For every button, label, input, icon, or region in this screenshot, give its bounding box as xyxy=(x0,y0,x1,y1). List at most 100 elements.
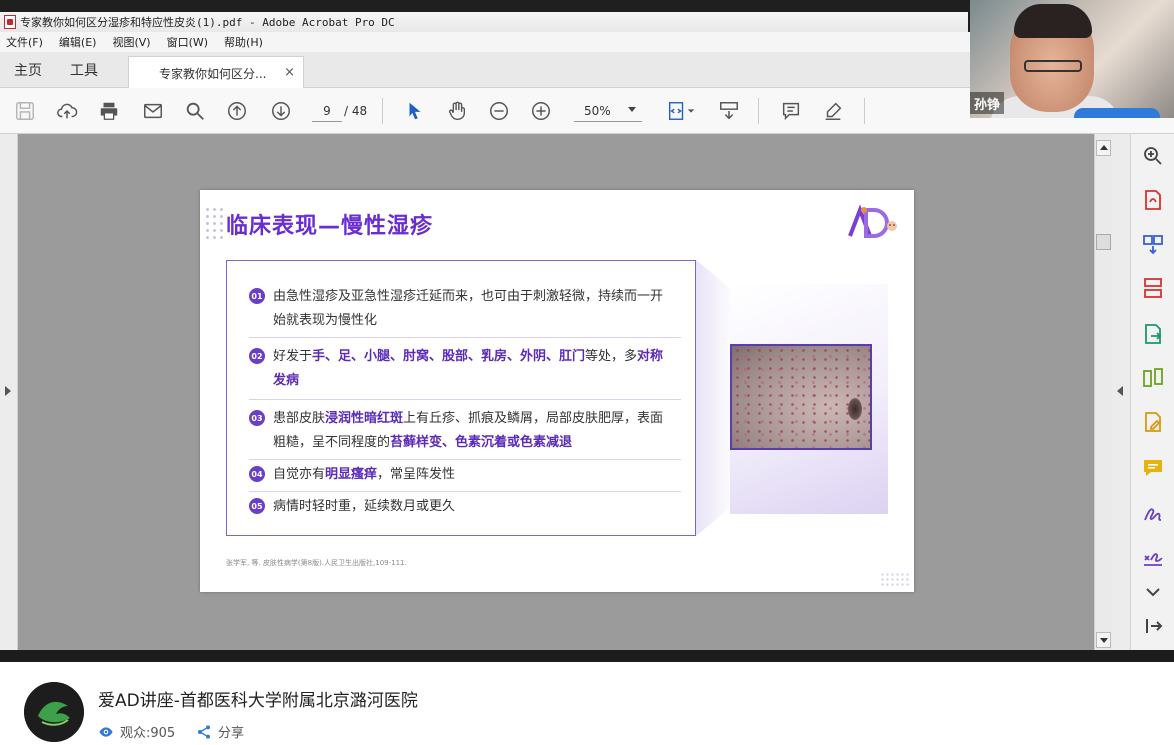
comment-icon[interactable] xyxy=(778,98,804,124)
navel-shape xyxy=(848,398,862,420)
menu-file[interactable]: 文件(F) xyxy=(6,34,43,50)
export-pdf-icon[interactable] xyxy=(1141,232,1165,256)
zoom-level-value: 50% xyxy=(584,103,611,118)
tab-tools[interactable]: 工具 xyxy=(70,60,98,80)
point-number: 04 xyxy=(249,466,265,482)
zoom-level-select[interactable]: 50% xyxy=(574,100,642,122)
ad-logo-icon xyxy=(846,204,902,240)
right-panel-toggle[interactable] xyxy=(1112,134,1130,650)
point-text: 病情时轻时重，延续数月或更久 xyxy=(273,495,673,519)
close-tab-icon[interactable]: × xyxy=(284,65,295,80)
point-highlight: 苔藓样变、色素沉着或色素减退 xyxy=(390,435,573,450)
point-number: 01 xyxy=(249,288,265,304)
fill-sign-icon[interactable] xyxy=(1141,502,1165,526)
list-item: 02 好发于手、足、小腿、肘窝、股部、乳房、外阴、肛门等处，多对称发病 xyxy=(249,345,673,393)
read-mode-icon[interactable] xyxy=(716,98,742,124)
next-page-icon[interactable] xyxy=(268,98,294,124)
share-label: 分享 xyxy=(218,726,245,741)
search-icon[interactable] xyxy=(182,98,208,124)
point-text: 好发于手、足、小腿、肘窝、股部、乳房、外阴、肛门等处，多对称发病 xyxy=(273,345,673,393)
list-item: 05 病情时轻时重，延续数月或更久 xyxy=(249,495,673,519)
chevron-down-icon xyxy=(628,107,636,112)
create-pdf-icon[interactable] xyxy=(1141,188,1165,212)
point-text: 自觉亦有明显瘙痒，常呈阵发性 xyxy=(273,463,673,487)
scroll-up-button[interactable] xyxy=(1096,140,1111,156)
player-bottom-band xyxy=(0,650,1174,662)
point-segment: 患部皮肤 xyxy=(273,411,326,426)
decorative-dots xyxy=(880,572,910,588)
hidden-blue-button[interactable] xyxy=(1074,108,1160,118)
point-segment: 病情时轻时重，延续数月或更久 xyxy=(273,499,456,514)
eye-icon xyxy=(99,726,113,737)
share-icon xyxy=(198,724,210,739)
left-panel-toggle[interactable] xyxy=(0,134,18,650)
export-file-icon[interactable] xyxy=(1141,322,1165,346)
screen: 专家教你如何区分湿疹和特应性皮炎(1).pdf - Adobe Acrobat … xyxy=(0,0,1174,745)
zoom-search-icon[interactable] xyxy=(1141,144,1165,168)
point-segment: 自觉亦有 xyxy=(273,467,326,482)
point-highlight: 明显瘙痒 xyxy=(325,467,378,482)
page-number-input[interactable]: 9 xyxy=(312,100,342,122)
request-signature-icon[interactable] xyxy=(1141,546,1165,570)
list-item: 03 患部皮肤浸润性暗红斑上有丘疹、抓痕及鳞屑，局部皮肤肥厚，表面粗糙，呈不同程… xyxy=(249,407,673,455)
viewer-count-label: 观众:905 xyxy=(120,726,176,741)
share-button[interactable]: 分享 xyxy=(196,722,244,741)
window-title: 专家教你如何区分湿疹和特应性皮炎(1).pdf - Adobe Acrobat … xyxy=(20,16,395,29)
tab-document-label: 专家教你如何区分... xyxy=(159,66,267,81)
divider xyxy=(249,491,681,492)
zoom-in-icon[interactable] xyxy=(528,98,554,124)
speaker-glasses xyxy=(1024,60,1082,72)
toolbar-divider xyxy=(758,98,759,124)
edit-pdf-icon[interactable] xyxy=(1141,410,1165,434)
list-item: 04 自觉亦有明显瘙痒，常呈阵发性 xyxy=(249,463,673,487)
menu-window[interactable]: 窗口(W) xyxy=(167,34,208,50)
channel-avatar[interactable] xyxy=(24,682,84,742)
menu-edit[interactable]: 编辑(E) xyxy=(59,34,97,50)
more-tools-chevron-icon[interactable] xyxy=(1141,580,1165,604)
toolbar-divider xyxy=(864,98,865,124)
window-title-strip: 专家教你如何区分湿疹和特应性皮炎(1).pdf - Adobe Acrobat … xyxy=(0,12,968,32)
cloud-upload-icon[interactable] xyxy=(54,98,80,124)
zoom-out-icon[interactable] xyxy=(486,98,512,124)
point-text: 患部皮肤浸润性暗红斑上有丘疹、抓痕及鳞屑，局部皮肤肥厚，表面粗糙，呈不同程度的苔… xyxy=(273,407,673,455)
compare-files-icon[interactable] xyxy=(1141,366,1165,390)
menu-view[interactable]: 视图(V) xyxy=(112,34,150,50)
slide-title: 临床表现—慢性湿疹 xyxy=(226,214,434,239)
collapse-pane-icon[interactable] xyxy=(1141,614,1165,638)
point-highlight: 手、足、小腿、肘窝、股部、乳房、外阴、肛门 xyxy=(312,349,586,364)
email-icon[interactable] xyxy=(140,98,166,124)
scroll-thumb[interactable] xyxy=(1096,234,1111,250)
hand-tool-icon[interactable] xyxy=(444,98,470,124)
comment-tool-icon[interactable] xyxy=(1141,456,1165,480)
point-number: 02 xyxy=(249,348,265,364)
pdf-page: 临床表现—慢性湿疹 01 由急性湿疹及亚急性湿疹迁延而来，也可由于刺激轻微，持续… xyxy=(200,190,914,592)
highlight-pen-icon[interactable] xyxy=(820,98,846,124)
select-cursor-icon[interactable] xyxy=(402,98,428,124)
scroll-down-button[interactable] xyxy=(1096,632,1111,648)
save-icon[interactable] xyxy=(12,98,38,124)
point-segment: 等处，多 xyxy=(585,349,638,364)
tab-document[interactable]: 专家教你如何区分... × xyxy=(128,56,304,89)
page-total: / 48 xyxy=(344,104,368,118)
point-segment: 好发于 xyxy=(273,349,313,364)
vertical-scrollbar[interactable] xyxy=(1094,134,1112,650)
point-highlight: 浸润性暗红斑 xyxy=(325,411,404,426)
live-title: 爱AD讲座-首都医科大学附属北京潞河医院 xyxy=(98,691,418,711)
organize-pages-icon[interactable] xyxy=(1141,276,1165,300)
reference-citation: 张学军, 等. 皮肤性病学(第8版).人民卫生出版社,109-111. xyxy=(226,559,407,567)
menu-help[interactable]: 帮助(H) xyxy=(224,34,263,50)
speaker-video: 孙铮 xyxy=(970,0,1174,118)
toolbar-divider xyxy=(382,98,383,124)
point-segment: 由急性湿疹及亚急性湿疹迁延而来，也可由于刺激轻微，持续而一开始就表现为慢性化 xyxy=(273,289,664,328)
pdf-file-icon xyxy=(4,15,16,29)
point-number: 03 xyxy=(249,410,265,426)
divider xyxy=(249,399,681,400)
tools-pane xyxy=(1130,134,1174,650)
page-fit-dropdown-icon[interactable] xyxy=(686,98,696,124)
tab-home[interactable]: 主页 xyxy=(14,60,42,80)
rash-spots xyxy=(732,346,870,448)
collapse-right-icon xyxy=(1117,386,1123,396)
point-text: 由急性湿疹及亚急性湿疹迁延而来，也可由于刺激轻微，持续而一开始就表现为慢性化 xyxy=(273,285,673,333)
prev-page-icon[interactable] xyxy=(224,98,250,124)
print-icon[interactable] xyxy=(96,98,122,124)
